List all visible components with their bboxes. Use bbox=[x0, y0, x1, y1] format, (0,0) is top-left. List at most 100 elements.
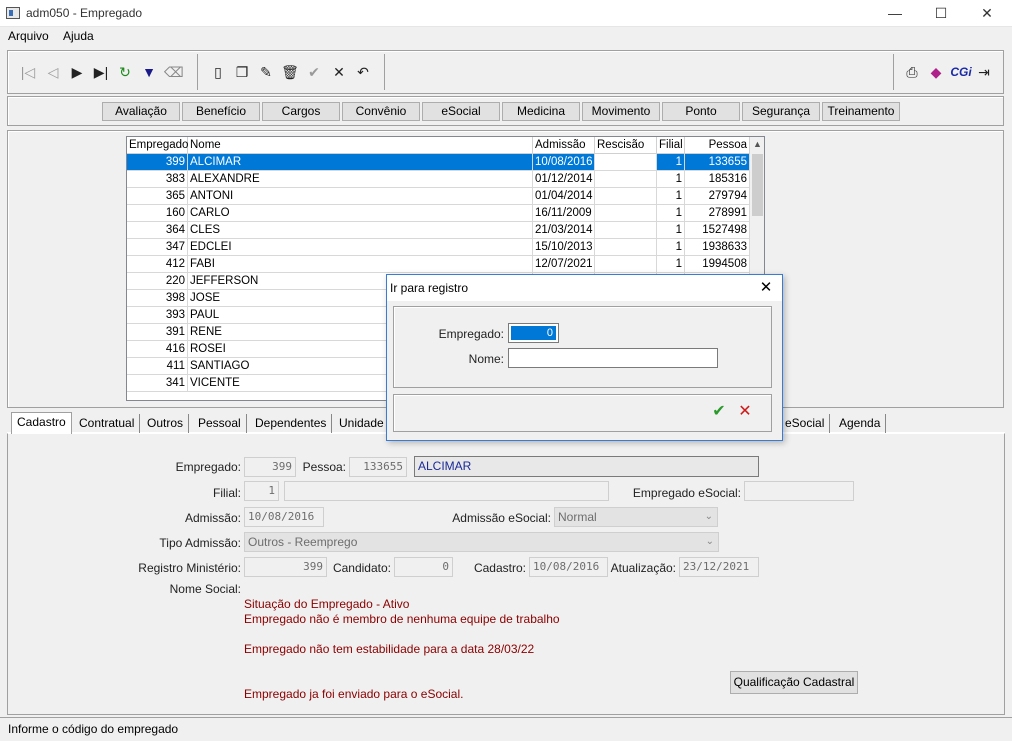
dialog-fields-panel bbox=[393, 306, 772, 388]
admissao-esocial-select[interactable]: Normal ⌄ bbox=[554, 507, 718, 527]
cancel-icon[interactable]: ✕ bbox=[330, 63, 348, 81]
tab-unidade[interactable]: Unidade bbox=[334, 414, 390, 433]
status-bar: Informe o código do empregado bbox=[0, 717, 1012, 741]
column-header-empregado[interactable]: Empregado bbox=[127, 137, 188, 154]
tab-pessoal[interactable]: Pessoal bbox=[193, 414, 247, 433]
tab-outros[interactable]: Outros bbox=[142, 414, 190, 433]
dialog-empregado-input[interactable]: 0 bbox=[508, 323, 559, 343]
module-esocial-button[interactable]: eSocial bbox=[422, 102, 500, 121]
module-ponto-button[interactable]: Ponto bbox=[662, 102, 740, 121]
admissao-field[interactable]: 10/08/2016 bbox=[244, 507, 324, 527]
filial-nome-field[interactable] bbox=[284, 481, 609, 501]
filter-icon[interactable]: ▼ bbox=[140, 63, 158, 81]
module-medicina-button[interactable]: Medicina bbox=[502, 102, 580, 121]
tab-agenda[interactable]: Agenda bbox=[834, 414, 887, 433]
column-header-admissao[interactable]: Admissão bbox=[533, 137, 595, 154]
confirm-icon[interactable]: ✔ bbox=[709, 402, 729, 422]
module-movimento-button[interactable]: Movimento bbox=[582, 102, 660, 121]
print-icon[interactable]: ⎙ bbox=[903, 63, 921, 81]
clear-filter-icon[interactable]: ⌫ bbox=[164, 63, 184, 81]
new-icon[interactable]: ▯ bbox=[209, 63, 227, 81]
cell-empregado: 416 bbox=[127, 341, 188, 358]
last-icon[interactable]: ▶| bbox=[92, 63, 110, 81]
cgi-icon[interactable]: CGi bbox=[949, 63, 973, 81]
cell-filial: 1 bbox=[657, 154, 685, 171]
undo-icon[interactable]: ↶ bbox=[354, 63, 372, 81]
table-row[interactable]: 365 ANTONI 01/04/2014 1 279794 bbox=[127, 188, 750, 205]
pessoa-field[interactable]: 133655 bbox=[349, 457, 407, 477]
cell-rescisao bbox=[595, 154, 657, 171]
atualizacao-field[interactable]: 23/12/2021 bbox=[679, 557, 759, 577]
empregado-esocial-field[interactable] bbox=[744, 481, 854, 501]
minimize-button[interactable]: — bbox=[872, 0, 918, 27]
cell-admissao: 16/11/2009 bbox=[533, 205, 595, 222]
table-row[interactable]: 347 EDCLEI 15/10/2013 1 1938633 bbox=[127, 239, 750, 256]
cell-admissao: 10/08/2016 bbox=[533, 154, 595, 171]
next-icon[interactable]: ▶ bbox=[68, 63, 86, 81]
filial-field[interactable]: 1 bbox=[244, 481, 279, 501]
exit-icon[interactable]: ⇥ bbox=[975, 63, 993, 81]
dialog-title: Ir para registro bbox=[390, 281, 469, 295]
table-row[interactable]: 364 CLES 21/03/2014 1 1527498 bbox=[127, 222, 750, 239]
menu-arquivo[interactable]: Arquivo bbox=[8, 29, 49, 43]
scroll-up-icon[interactable]: ▲ bbox=[753, 139, 762, 149]
module-convenio-button[interactable]: Convênio bbox=[342, 102, 420, 121]
cell-pessoa: 1938633 bbox=[685, 239, 750, 256]
edit-icon[interactable]: ✎ bbox=[257, 63, 275, 81]
candidato-field[interactable]: 0 bbox=[394, 557, 453, 577]
cell-admissao: 15/10/2013 bbox=[533, 239, 595, 256]
book-icon[interactable]: ◆ bbox=[927, 63, 945, 81]
cell-pessoa: 1994508 bbox=[685, 256, 750, 273]
cell-empregado: 398 bbox=[127, 290, 188, 307]
module-cargos-button[interactable]: Cargos bbox=[262, 102, 340, 121]
cell-pessoa: 185316 bbox=[685, 171, 750, 188]
dialog-close-button[interactable]: ✕ bbox=[753, 277, 779, 299]
copy-icon[interactable]: ❐ bbox=[233, 63, 251, 81]
cell-empregado: 365 bbox=[127, 188, 188, 205]
maximize-button[interactable]: ☐ bbox=[918, 0, 964, 27]
column-header-pessoa[interactable]: Pessoa bbox=[685, 137, 750, 154]
module-avaliacao-button[interactable]: Avaliação bbox=[102, 102, 180, 121]
dialog-nome-input[interactable] bbox=[508, 348, 718, 368]
column-header-nome[interactable]: Nome bbox=[188, 137, 533, 154]
column-header-filial[interactable]: Filial bbox=[657, 137, 685, 154]
cell-rescisao bbox=[595, 171, 657, 188]
registro-label: Registro Ministério: bbox=[138, 561, 241, 575]
tab-esocial[interactable]: eSocial bbox=[780, 414, 831, 433]
table-row[interactable]: 383 ALEXANDRE 01/12/2014 1 185316 bbox=[127, 171, 750, 188]
close-button[interactable]: ✕ bbox=[964, 0, 1010, 27]
first-icon[interactable]: |◁ bbox=[19, 63, 37, 81]
qualificacao-cadastral-button[interactable]: Qualificação Cadastral bbox=[730, 671, 858, 694]
pessoa-label: Pessoa: bbox=[302, 460, 346, 474]
prev-icon[interactable]: ◁ bbox=[44, 63, 62, 81]
menu-ajuda[interactable]: Ajuda bbox=[63, 29, 94, 43]
table-row[interactable]: 160 CARLO 16/11/2009 1 278991 bbox=[127, 205, 750, 222]
table-row[interactable]: 412 FABI 12/07/2021 1 1994508 bbox=[127, 256, 750, 273]
confirm-icon[interactable]: ✔ bbox=[305, 63, 323, 81]
module-treinamento-button[interactable]: Treinamento bbox=[822, 102, 900, 121]
tipo-admissao-select[interactable]: Outros - Reemprego ⌄ bbox=[244, 532, 719, 552]
scroll-thumb[interactable] bbox=[752, 154, 763, 216]
cadastro-field[interactable]: 10/08/2016 bbox=[529, 557, 608, 577]
tab-contratual[interactable]: Contratual bbox=[74, 414, 141, 433]
empregado-field[interactable]: 399 bbox=[244, 457, 296, 477]
menu-bar: Arquivo Ajuda bbox=[0, 27, 1012, 47]
refresh-icon[interactable]: ↻ bbox=[116, 63, 134, 81]
tab-cadastro[interactable]: Cadastro bbox=[11, 412, 72, 434]
table-row[interactable]: 399 ALCIMAR 10/08/2016 1 133655 bbox=[127, 154, 750, 171]
module-seguranca-button[interactable]: Segurança bbox=[742, 102, 820, 121]
column-header-rescisao[interactable]: Rescisão bbox=[595, 137, 657, 154]
delete-icon[interactable]: 🗑 bbox=[281, 63, 299, 81]
nome-field[interactable]: ALCIMAR bbox=[414, 456, 759, 477]
cell-empregado: 391 bbox=[127, 324, 188, 341]
cell-rescisao bbox=[595, 205, 657, 222]
tab-dependentes[interactable]: Dependentes bbox=[250, 414, 333, 433]
cell-pessoa: 133655 bbox=[685, 154, 750, 171]
module-beneficio-button[interactable]: Benefício bbox=[182, 102, 260, 121]
cancel-icon[interactable]: ✕ bbox=[735, 402, 755, 422]
cell-empregado: 220 bbox=[127, 273, 188, 290]
registro-field[interactable]: 399 bbox=[244, 557, 327, 577]
dialog-nome-label: Nome: bbox=[468, 352, 504, 366]
cell-admissao: 21/03/2014 bbox=[533, 222, 595, 239]
cell-filial: 1 bbox=[657, 188, 685, 205]
